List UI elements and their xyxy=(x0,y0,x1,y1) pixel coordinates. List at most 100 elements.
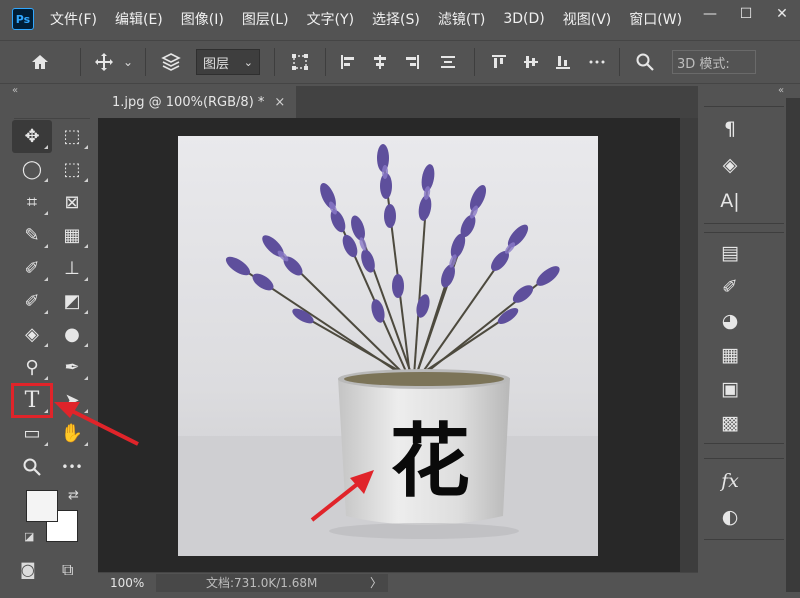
panel-group-text: ¶ ◈ A| xyxy=(704,106,784,224)
path-select-tool[interactable]: ➤ xyxy=(52,384,92,417)
swatches-panel-icon[interactable]: ▦ xyxy=(716,341,744,369)
history-panel-icon[interactable]: ▤ xyxy=(716,239,744,267)
eraser-tool[interactable]: ◩ xyxy=(52,285,92,318)
lasso-icon: ◯ xyxy=(21,159,43,180)
patterns-panel-icon[interactable]: ▩ xyxy=(716,409,744,437)
object-select-icon: ⬚ xyxy=(63,159,81,180)
dodge-icon: ⚲ xyxy=(25,357,39,378)
document-size-value: 文档:731.0K/1.68M xyxy=(206,576,318,590)
align-bottom-button[interactable] xyxy=(551,47,575,77)
separator xyxy=(325,48,326,76)
home-icon xyxy=(32,55,48,69)
lasso-tool[interactable]: ◯ xyxy=(12,153,52,186)
type-layer-text[interactable]: 花 xyxy=(382,400,478,510)
dodge-tool[interactable]: ⚲ xyxy=(12,351,52,384)
separator xyxy=(80,48,81,76)
photoshop-logo: Ps xyxy=(12,8,34,30)
zoom-icon xyxy=(23,458,41,476)
toolbar-collapse-icon[interactable]: « xyxy=(12,86,18,98)
menu-image[interactable]: 图像(I) xyxy=(181,9,224,29)
object-select-tool[interactable]: ⬚ xyxy=(52,153,92,186)
distribute-button[interactable] xyxy=(436,47,460,77)
menu-filter[interactable]: 滤镜(T) xyxy=(438,9,485,29)
menu-layer[interactable]: 图层(L) xyxy=(242,9,289,29)
styles-panel-icon[interactable]: fx xyxy=(716,467,744,495)
status-bar: 100% 文档:731.0K/1.68M 〉 xyxy=(98,572,698,592)
pen-tool[interactable]: ✒ xyxy=(52,351,92,384)
menu-view[interactable]: 视图(V) xyxy=(563,9,612,29)
frame-tool[interactable]: ⊠ xyxy=(52,186,92,219)
clone-stamp-tool[interactable]: ⊥ xyxy=(52,252,92,285)
brush-tool[interactable]: ✐ xyxy=(12,252,52,285)
menu-type[interactable]: 文字(Y) xyxy=(307,9,354,29)
paragraph-panel-icon[interactable]: ¶ xyxy=(716,115,744,143)
auto-select-layers-icon[interactable] xyxy=(156,47,186,77)
zoom-tool[interactable] xyxy=(12,450,52,483)
move-tool-preset[interactable] xyxy=(89,47,119,77)
brush-settings-panel-icon[interactable]: ✐ xyxy=(716,273,744,301)
default-colors-icon[interactable]: ◪ xyxy=(24,530,34,543)
align-right-button[interactable] xyxy=(400,47,424,77)
show-transform-controls[interactable] xyxy=(287,47,313,77)
search-icon xyxy=(636,53,654,71)
more-tools[interactable]: ••• xyxy=(52,450,92,483)
move-tool[interactable]: ✥ xyxy=(12,120,52,153)
layers-panel-icon[interactable]: ◈ xyxy=(716,151,744,179)
menu-3d[interactable]: 3D(D) xyxy=(503,11,544,27)
menu-file[interactable]: 文件(F) xyxy=(50,9,97,29)
color-panel-icon[interactable]: ◕ xyxy=(716,307,744,335)
home-button[interactable] xyxy=(0,47,80,77)
screen-mode-icon[interactable]: ⧉ xyxy=(62,560,73,580)
swap-colors-icon[interactable]: ⇄ xyxy=(68,488,79,503)
vertical-scrollbar[interactable] xyxy=(680,118,698,572)
panel-scrollbar[interactable] xyxy=(786,98,800,592)
droplet-icon: ● xyxy=(64,324,80,345)
adjustments-panel-icon[interactable]: ◐ xyxy=(716,503,744,531)
close-button[interactable]: ✕ xyxy=(764,0,800,28)
hand-tool[interactable]: ✋ xyxy=(52,417,92,450)
separator xyxy=(619,48,620,76)
chevron-down-icon[interactable]: ⌄ xyxy=(119,47,137,77)
crop-tool[interactable]: ⌗ xyxy=(12,186,52,219)
separator xyxy=(474,48,475,76)
align-top-button[interactable] xyxy=(487,47,511,77)
document-size[interactable]: 文档:731.0K/1.68M 〉 xyxy=(156,573,388,592)
maximize-button[interactable]: ☐ xyxy=(728,0,764,28)
character-panel-icon[interactable]: A| xyxy=(716,187,744,215)
history-brush-icon: ✐ xyxy=(24,291,40,312)
foreground-color-swatch[interactable] xyxy=(26,490,58,522)
history-brush-tool[interactable]: ✐ xyxy=(12,285,52,318)
menu-window[interactable]: 窗口(W) xyxy=(629,9,682,29)
quick-mask-icon[interactable]: ◙ xyxy=(20,560,36,579)
rectangle-tool[interactable]: ▭ xyxy=(12,417,52,450)
move-icon: ✥ xyxy=(24,126,40,147)
menu-select[interactable]: 选择(S) xyxy=(372,9,420,29)
zoom-level[interactable]: 100% xyxy=(98,576,156,590)
search-button[interactable] xyxy=(632,47,658,77)
panels-collapse-icon[interactable]: « xyxy=(778,86,784,98)
distribute-vertical-icon xyxy=(441,56,455,68)
tools-panel: ✥ ⬚ ◯ ⬚ ⌗ ⊠ ✎ ▦ ✐ ⊥ ✐ ◩ ◈ ● ⚲ ✒ T ➤ ▭ ✋ … xyxy=(6,98,96,586)
minimize-button[interactable]: — xyxy=(692,0,728,28)
align-center-button[interactable] xyxy=(368,47,392,77)
close-icon[interactable]: × xyxy=(274,95,285,110)
type-tool[interactable]: T xyxy=(11,383,53,418)
align-middle-button[interactable] xyxy=(519,47,543,77)
healing-brush-tool[interactable]: ▦ xyxy=(52,219,92,252)
type-icon: T xyxy=(24,388,40,413)
auto-select-target-dropdown[interactable]: 图层 ⌄ xyxy=(196,49,260,75)
align-left-button[interactable] xyxy=(336,47,360,77)
3d-mode-label[interactable]: 3D 模式: xyxy=(672,50,756,74)
chevron-down-icon: ⌄ xyxy=(243,55,253,69)
frame-icon: ⊠ xyxy=(64,192,80,213)
menu-edit[interactable]: 编辑(E) xyxy=(115,9,163,29)
more-align-button[interactable] xyxy=(585,47,609,77)
eyedropper-tool[interactable]: ✎ xyxy=(12,219,52,252)
document-tab[interactable]: 1.jpg @ 100%(RGB/8) * × xyxy=(98,86,296,118)
paint-bucket-tool[interactable]: ◈ xyxy=(12,318,52,351)
stamp-icon: ⊥ xyxy=(64,258,80,279)
gradients-panel-icon[interactable]: ▣ xyxy=(716,375,744,403)
marquee-tool[interactable]: ⬚ xyxy=(52,120,92,153)
blur-tool[interactable]: ● xyxy=(52,318,92,351)
panel-group-effects: fx ◐ xyxy=(704,458,784,540)
